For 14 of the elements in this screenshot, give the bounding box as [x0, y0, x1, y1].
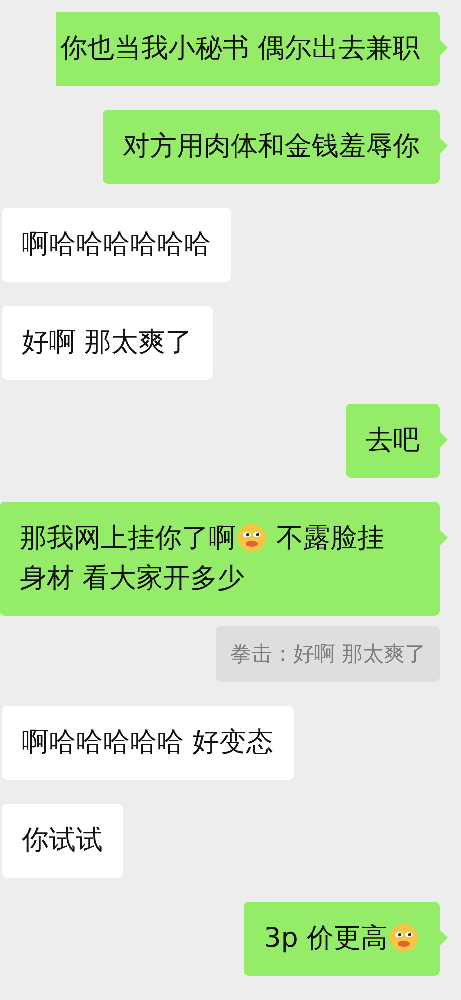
message-text: 好啊 那太爽了: [22, 326, 193, 360]
message-text: 啊哈哈哈哈哈 好变态: [22, 726, 274, 760]
message-text: 啊哈哈哈哈哈哈: [22, 228, 211, 262]
message-text: 拳击：好啊 那太爽了: [230, 641, 426, 668]
message-text: 身材 看大家开多少: [20, 562, 245, 596]
emoji-icon: [389, 923, 419, 953]
message-text: 不露脸挂: [276, 522, 385, 556]
emoji-icon: [237, 523, 267, 553]
message-text: 你试试: [22, 824, 103, 858]
message-text: 你也当我小秘书 偶尔出去兼职: [60, 32, 420, 66]
message-text: 去吧: [366, 424, 420, 458]
message-text: 那我网上挂你了啊: [20, 522, 236, 556]
message-text: 对方用肉体和金钱羞辱你: [123, 130, 420, 164]
message-text: 3p 价更高: [264, 922, 388, 956]
